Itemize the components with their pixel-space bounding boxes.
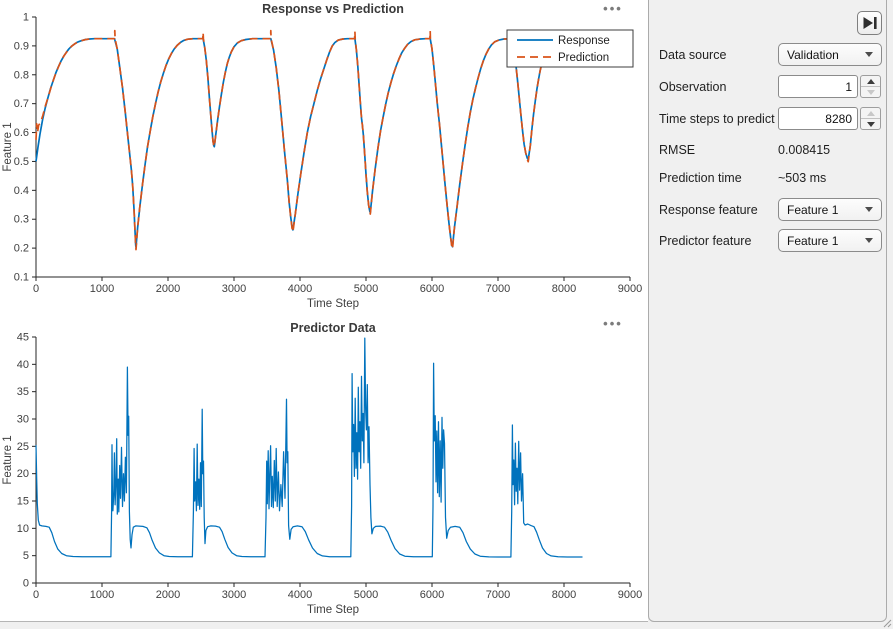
observation-increment-button[interactable] (861, 76, 880, 86)
svg-text:Response: Response (558, 35, 610, 47)
svg-text:15: 15 (17, 496, 29, 508)
time-steps-label: Time steps to predict (659, 112, 775, 126)
svg-text:2000: 2000 (156, 589, 180, 601)
svg-text:Time Step: Time Step (307, 298, 359, 310)
svg-text:Time Step: Time Step (307, 604, 359, 616)
svg-text:2000: 2000 (156, 283, 180, 295)
svg-text:4000: 4000 (288, 589, 312, 601)
svg-text:0.8: 0.8 (14, 69, 29, 81)
svg-text:5000: 5000 (354, 589, 378, 601)
svg-text:5: 5 (23, 550, 29, 562)
svg-text:Prediction: Prediction (558, 52, 609, 64)
arrow-down-icon (867, 90, 875, 95)
arrow-up-icon (867, 111, 875, 116)
svg-text:20: 20 (17, 468, 29, 480)
data-source-dropdown[interactable]: Validation (778, 43, 882, 66)
svg-text:0.4: 0.4 (14, 185, 29, 197)
svg-text:40: 40 (17, 359, 29, 371)
svg-text:4000: 4000 (288, 283, 312, 295)
observation-decrement-button[interactable] (861, 86, 880, 97)
axes-toolbar-ellipsis-icon[interactable]: ••• (598, 317, 628, 333)
observation-input[interactable] (778, 75, 858, 98)
chevron-down-icon (865, 207, 873, 212)
arrow-down-icon (867, 122, 875, 127)
predictor-feature-label: Predictor feature (659, 234, 751, 248)
prediction-time-row: Prediction time ~503 ms (659, 166, 882, 189)
arrow-up-icon (867, 79, 875, 84)
svg-text:3000: 3000 (222, 589, 246, 601)
svg-text:7000: 7000 (486, 283, 510, 295)
data-source-value: Validation (787, 48, 839, 62)
prediction-time-label: Prediction time (659, 171, 742, 185)
svg-text:30: 30 (17, 414, 29, 426)
app-window: { "icons": { "ellipsis": "•••" }, "panel… (0, 0, 893, 629)
charts-area: 01000200030004000500060007000800090000.1… (0, 0, 648, 622)
svg-text:0.6: 0.6 (14, 127, 29, 139)
svg-text:0.2: 0.2 (14, 243, 29, 255)
svg-text:0: 0 (23, 578, 29, 590)
svg-text:6000: 6000 (420, 589, 444, 601)
controls-panel: Data source Validation Observation Time … (648, 0, 887, 622)
predictor-feature-dropdown[interactable]: Feature 1 (778, 229, 882, 252)
svg-text:0.9: 0.9 (14, 40, 29, 52)
time-steps-decrement-button[interactable] (861, 118, 880, 129)
observation-field-group (778, 75, 882, 98)
response-prediction-axes[interactable]: 0 1000 2000 3000 4000 5000 6000 7000 8000 9000 0.1… (0, 0, 648, 312)
observation-spinner (860, 75, 881, 98)
svg-text:9000: 9000 (618, 283, 642, 295)
svg-text:25: 25 (17, 441, 29, 453)
rmse-value: 0.008415 (778, 143, 882, 157)
response-feature-dropdown[interactable]: Feature 1 (778, 198, 882, 221)
rmse-row: RMSE 0.008415 (659, 138, 882, 161)
time-steps-increment-button[interactable] (861, 108, 880, 118)
prediction-time-value: ~503 ms (778, 171, 882, 185)
response-feature-label: Response feature (659, 203, 758, 217)
data-source-row: Data source Validation (659, 43, 882, 66)
predictor-data-chart: 0 1000 2000 3000 4000 5000 6000 7000 8000 9000 0 5 1… (0, 315, 648, 622)
svg-text:0.7: 0.7 (14, 98, 29, 110)
observation-row: Observation (659, 75, 882, 98)
svg-text:10: 10 (17, 523, 29, 535)
predictor-feature-value: Feature 1 (787, 234, 838, 248)
svg-text:0.5: 0.5 (14, 156, 29, 168)
predictor-data-axes[interactable]: 0 1000 2000 3000 4000 5000 6000 7000 8000 9000 0 5 1… (0, 315, 648, 622)
svg-text:8000: 8000 (552, 283, 576, 295)
svg-text:1000: 1000 (90, 283, 114, 295)
svg-text:35: 35 (17, 386, 29, 398)
step-forward-icon (862, 16, 878, 30)
svg-text:45: 45 (17, 332, 29, 344)
svg-text:0: 0 (33, 283, 39, 295)
svg-text:1: 1 (23, 12, 29, 24)
svg-text:Response vs Prediction: Response vs Prediction (262, 2, 404, 16)
observation-label: Observation (659, 80, 726, 94)
time-steps-field-group (778, 107, 882, 130)
axes-toolbar-ellipsis-icon[interactable]: ••• (598, 2, 628, 18)
time-steps-row: Time steps to predict (659, 107, 882, 130)
window-resize-grip[interactable] (883, 619, 892, 628)
svg-text:0.3: 0.3 (14, 214, 29, 226)
predictor-feature-row: Predictor feature Feature 1 (659, 229, 882, 252)
rmse-label: RMSE (659, 143, 695, 157)
svg-text:0: 0 (33, 589, 39, 601)
svg-text:1000: 1000 (90, 589, 114, 601)
time-steps-spinner (860, 107, 881, 130)
svg-text:Feature 1: Feature 1 (2, 122, 14, 171)
svg-text:5000: 5000 (354, 283, 378, 295)
svg-text:8000: 8000 (552, 589, 576, 601)
svg-text:Feature 1: Feature 1 (2, 435, 14, 484)
data-source-label: Data source (659, 48, 726, 62)
svg-text:6000: 6000 (420, 283, 444, 295)
response-feature-row: Response feature Feature 1 (659, 198, 882, 221)
svg-text:Predictor Data: Predictor Data (290, 321, 376, 335)
response-vs-prediction-chart: 0 1000 2000 3000 4000 5000 6000 7000 8000 9000 0.1… (0, 0, 648, 312)
svg-text:7000: 7000 (486, 589, 510, 601)
response-feature-value: Feature 1 (787, 203, 838, 217)
time-steps-input[interactable] (778, 107, 858, 130)
svg-text:0.1: 0.1 (14, 272, 29, 284)
chevron-down-icon (865, 52, 873, 57)
svg-text:3000: 3000 (222, 283, 246, 295)
chevron-down-icon (865, 238, 873, 243)
predict-run-button[interactable] (857, 11, 882, 35)
svg-text:9000: 9000 (618, 589, 642, 601)
